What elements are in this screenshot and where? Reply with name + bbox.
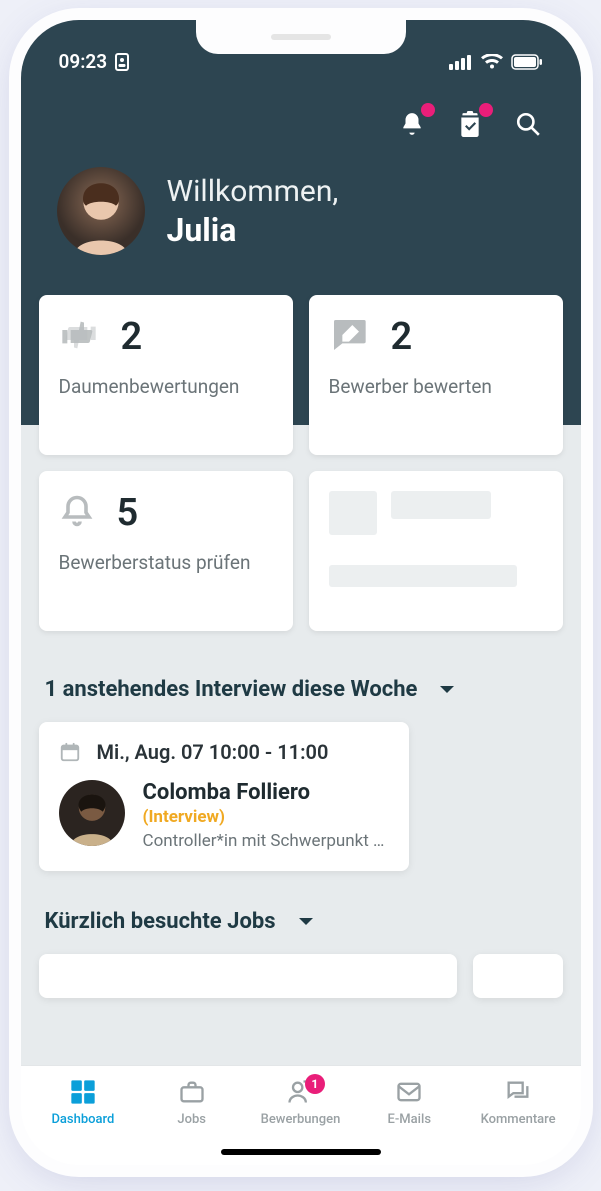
notch	[196, 20, 406, 54]
card-rate-label: Bewerber bewerten	[329, 375, 543, 399]
recent-heading[interactable]: Kürzlich besuchte Jobs	[45, 909, 563, 934]
greeting-hello: Willkommen,	[167, 174, 339, 209]
review-icon	[329, 315, 369, 359]
recent-heading-text: Kürzlich besuchte Jobs	[45, 909, 276, 934]
thumbs-icon	[59, 315, 99, 359]
tab-jobs-label: Jobs	[177, 1112, 206, 1127]
status-time: 09:23	[59, 50, 130, 73]
card-thumb-label: Daumenbewertungen	[59, 375, 273, 399]
greeting-name: Julia	[167, 211, 339, 249]
battery-icon	[511, 54, 543, 70]
dashboard-body: 2 Daumenbewertungen 2 Bewerber bewerten	[21, 295, 581, 1065]
calendar-icon	[59, 741, 81, 763]
interview-role: Controller*in mit Schwerpunkt L...	[143, 831, 389, 851]
tab-comments[interactable]: Kommentare	[464, 1078, 573, 1127]
tab-applications[interactable]: 1 Bewerbungen	[246, 1078, 355, 1127]
id-card-icon	[115, 53, 129, 71]
chevron-down-icon	[439, 684, 455, 696]
bell-icon	[399, 111, 425, 137]
card-thumb-count: 2	[121, 315, 143, 359]
interview-date-text: Mi., Aug. 07 10:00 - 11:00	[97, 740, 329, 764]
header-actions	[51, 109, 551, 139]
cellular-icon	[449, 54, 473, 70]
chevron-down-icon	[298, 916, 314, 928]
clock-text: 09:23	[59, 50, 108, 73]
card-rate-count: 2	[391, 315, 413, 359]
tab-jobs[interactable]: Jobs	[137, 1078, 246, 1127]
mail-icon	[395, 1078, 423, 1106]
interview-card[interactable]: Mi., Aug. 07 10:00 - 11:00 Colomba Folli…	[39, 722, 409, 871]
recent-job-card[interactable]	[39, 954, 457, 998]
greeting: Willkommen, Julia	[51, 167, 551, 255]
notifications-button[interactable]	[397, 109, 427, 139]
comments-icon	[504, 1078, 532, 1106]
interview-avatar	[59, 780, 125, 846]
user-avatar[interactable]	[57, 167, 145, 255]
card-check-status[interactable]: 5 Bewerberstatus prüfen	[39, 471, 293, 631]
apps-badge: 1	[305, 1074, 325, 1094]
wifi-icon	[481, 54, 503, 70]
tab-dashboard-label: Dashboard	[51, 1112, 114, 1127]
bottom-tab-bar: Dashboard Jobs 1 Bewerbungen E-Mails Kom…	[21, 1065, 581, 1165]
placeholder-bar	[329, 565, 517, 587]
recent-jobs-preview	[39, 954, 563, 998]
home-indicator	[221, 1149, 381, 1155]
tasks-button[interactable]	[455, 109, 485, 139]
card-status-count: 5	[117, 491, 139, 535]
recent-job-card[interactable]	[473, 954, 563, 998]
interviews-heading-text: 1 anstehendes Interview diese Woche	[45, 677, 418, 702]
tab-emails[interactable]: E-Mails	[355, 1078, 464, 1127]
clipboard-check-icon	[457, 111, 483, 137]
placeholder-rect	[391, 491, 491, 519]
interview-type: (Interview)	[143, 807, 389, 827]
placeholder-square	[329, 491, 377, 535]
card-rate-applicants[interactable]: 2 Bewerber bewerten	[309, 295, 563, 455]
tab-dashboard[interactable]: Dashboard	[29, 1078, 138, 1127]
search-button[interactable]	[513, 109, 543, 139]
bell-outline-icon	[59, 493, 95, 533]
app-header: 09:23	[21, 20, 581, 295]
interview-name: Colomba Folliero	[143, 780, 389, 805]
search-icon	[515, 111, 541, 137]
card-placeholder	[309, 471, 563, 631]
tab-comments-label: Kommentare	[481, 1112, 556, 1127]
tasks-badge	[479, 103, 493, 117]
dashboard-icon	[69, 1078, 97, 1106]
briefcase-icon	[178, 1078, 206, 1106]
card-status-label: Bewerberstatus prüfen	[59, 551, 273, 575]
tab-apps-label: Bewerbungen	[261, 1112, 341, 1127]
card-thumb-ratings[interactable]: 2 Daumenbewertungen	[39, 295, 293, 455]
interviews-heading[interactable]: 1 anstehendes Interview diese Woche	[45, 677, 563, 702]
notifications-badge	[421, 103, 435, 117]
tab-emails-label: E-Mails	[388, 1112, 431, 1127]
phone-frame: 09:23	[21, 20, 581, 1165]
